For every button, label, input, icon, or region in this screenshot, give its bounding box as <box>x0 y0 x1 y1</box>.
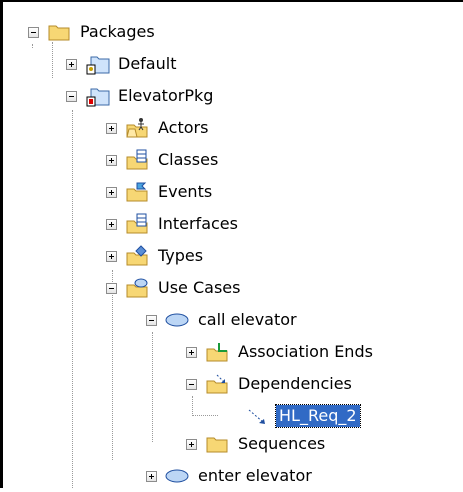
usecase-icon <box>165 309 189 331</box>
tree-item-label: Types <box>158 246 204 265</box>
tree-item-label: Classes <box>158 150 219 169</box>
package-icon <box>85 85 110 107</box>
tree-line <box>152 332 153 442</box>
folder-icon <box>205 433 229 455</box>
left-border <box>0 0 3 488</box>
expand-toggle[interactable] <box>106 186 117 198</box>
package-icon <box>85 53 110 75</box>
tree-item-label: Sequences <box>238 434 326 453</box>
tree-item-sequences[interactable]: Sequences <box>186 428 328 460</box>
expand-toggle[interactable] <box>146 470 157 482</box>
tree-item-label: call elevator <box>198 310 297 329</box>
tree-item-packages[interactable]: Packages <box>28 16 158 48</box>
tree-item-default[interactable]: Default <box>66 48 179 80</box>
top-border <box>0 0 463 2</box>
collapse-toggle[interactable] <box>66 90 77 102</box>
events-folder-icon <box>125 181 149 203</box>
tree-item-dependencies[interactable]: Dependencies <box>186 368 355 400</box>
interfaces-folder-icon <box>125 213 149 235</box>
types-folder-icon <box>125 245 149 267</box>
tree-item-label: Default <box>118 54 177 73</box>
model-browser-tree: Packages Default ElevatorPkg Actors Clas… <box>0 0 463 488</box>
tree-item-classes[interactable]: Classes <box>106 144 221 176</box>
tree-item-actors[interactable]: Actors <box>106 112 211 144</box>
usecase-icon <box>165 465 189 487</box>
tree-line <box>192 415 218 416</box>
tree-line <box>72 110 73 488</box>
tree-item-enter-elevator[interactable]: enter elevator <box>146 460 315 492</box>
expand-toggle[interactable] <box>106 250 117 262</box>
usecases-folder-icon <box>125 277 149 299</box>
expand-toggle[interactable] <box>106 154 117 166</box>
tree-item-label: Association Ends <box>238 342 373 361</box>
actors-folder-icon <box>125 117 149 139</box>
expand-toggle[interactable] <box>66 58 77 70</box>
tree-item-label: HL_Req_2 <box>275 404 361 428</box>
tree-item-label: Dependencies <box>238 374 352 393</box>
tree-item-call-elevator[interactable]: call elevator <box>146 304 300 336</box>
collapse-toggle[interactable] <box>146 314 157 326</box>
tree-item-association-ends[interactable]: Association Ends <box>186 336 376 368</box>
tree-item-label: Events <box>158 182 213 201</box>
collapse-toggle[interactable] <box>106 282 117 294</box>
tree-item-types[interactable]: Types <box>106 240 206 272</box>
tree-item-use-cases[interactable]: Use Cases <box>106 272 243 304</box>
collapse-toggle[interactable] <box>186 378 197 390</box>
tree-item-label: Packages <box>80 22 155 41</box>
dependencies-folder-icon <box>205 373 229 395</box>
tree-item-label: Actors <box>158 118 209 137</box>
tree-item-label: ElevatorPkg <box>118 86 214 105</box>
expand-toggle[interactable] <box>186 438 197 450</box>
dependency-icon <box>246 405 270 427</box>
classes-folder-icon <box>125 149 149 171</box>
tree-item-elevatorpkg[interactable]: ElevatorPkg <box>66 80 216 112</box>
tree-item-label: Interfaces <box>158 214 238 233</box>
expand-toggle[interactable] <box>106 122 117 134</box>
tree-item-label: Use Cases <box>158 278 241 297</box>
tree-item-label: enter elevator <box>198 466 312 485</box>
association-ends-folder-icon <box>205 341 229 363</box>
folder-icon <box>47 21 71 43</box>
tree-item-events[interactable]: Events <box>106 176 215 208</box>
tree-item-interfaces[interactable]: Interfaces <box>106 208 241 240</box>
expand-toggle[interactable] <box>186 346 197 358</box>
expand-toggle[interactable] <box>106 218 117 230</box>
collapse-toggle[interactable] <box>28 26 39 38</box>
